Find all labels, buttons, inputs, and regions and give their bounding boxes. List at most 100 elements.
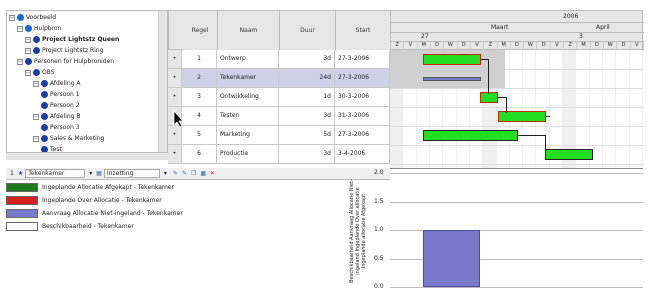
expand-toggle-icon[interactable]: − — [17, 25, 23, 32]
expand-toggle-icon[interactable]: − — [9, 14, 15, 21]
cell-regel[interactable]: 1 — [182, 50, 217, 69]
cell-regel[interactable]: 4 — [182, 107, 217, 126]
table-row[interactable]: • 1 Ontwerp 3d 27-3-2006 — [168, 50, 390, 69]
cell-naam[interactable]: Testen — [217, 107, 279, 126]
expand-toggle-icon[interactable]: − — [33, 80, 39, 87]
table-row[interactable]: •4Testen3d31-3-2006 — [168, 107, 390, 126]
gantt-row-line — [390, 88, 643, 89]
row-marker[interactable]: • — [168, 88, 182, 107]
gantt-task-bar[interactable] — [423, 130, 518, 141]
cell-regel[interactable]: 3 — [182, 88, 217, 107]
close-icon[interactable]: ✕ — [210, 170, 215, 177]
gantt-chart[interactable] — [390, 50, 643, 168]
resource-icon — [33, 69, 40, 76]
row-marker[interactable]: • — [168, 145, 182, 164]
task-grid[interactable]: • 1 Ontwerp 3d 27-3-2006 • 2 Tekenkamer 24d 27-3-… — [168, 50, 390, 168]
tree-item[interactable]: − OBS — [25, 68, 55, 77]
gantt-month-1: Maart — [491, 24, 509, 31]
column-header-duur[interactable]: Duur — [280, 11, 336, 51]
gantt-task-bar[interactable] — [480, 92, 498, 103]
tree-item[interactable]: − Voorbeeld — [9, 13, 56, 22]
expand-toggle-icon[interactable]: − — [33, 135, 39, 142]
tree-item[interactable]: − Sales & Marketing — [33, 134, 104, 143]
resource-tree[interactable]: − Voorbeeld − Hulpbron − Project Lightstz Que… — [6, 10, 168, 160]
cell-naam[interactable]: Ontwikkeling — [217, 88, 279, 107]
cell-start[interactable]: 27-3-2006 — [335, 126, 390, 145]
cell-start[interactable]: 31-3-2006 — [335, 107, 390, 126]
resource-icon — [41, 135, 48, 142]
cell-start[interactable]: 3-4-2006 — [335, 145, 390, 164]
edit-alt-icon[interactable]: ✎ — [182, 170, 187, 177]
dependency-line — [481, 59, 488, 60]
legend-swatch — [6, 209, 38, 218]
column-header-naam[interactable]: Naam — [218, 11, 280, 51]
cell-duur[interactable]: 3d — [279, 107, 335, 126]
legend-label: Ingeplande Over Allocatie - Tekenkamer — [42, 197, 162, 204]
expand-toggle-icon[interactable]: − — [25, 36, 31, 43]
resource-select[interactable]: Tekenkamer — [25, 169, 86, 178]
resource-icon — [41, 91, 48, 98]
grid-icon[interactable]: ▦ — [200, 170, 206, 177]
tree-item[interactable]: − Personen for Hulpbroniden — [17, 57, 114, 66]
cell-naam[interactable]: Tekenkamer — [217, 69, 279, 88]
row-marker[interactable]: • — [168, 69, 182, 88]
tree-item-label: Project Lightstz Ring — [42, 47, 104, 54]
table-row[interactable]: • 5 Marketing 5d 27-3-2006 — [168, 126, 390, 145]
copy-icon[interactable]: ❐ — [191, 170, 196, 177]
table-row[interactable]: • 3 Ontwikkeling 1d 30-3-2006 — [168, 88, 390, 107]
tree-item-label: Project Lightstz Queen — [42, 36, 120, 43]
cell-naam[interactable]: Marketing — [217, 126, 279, 145]
resource-icon — [41, 113, 48, 120]
tree-horizontal-scrollbar[interactable] — [6, 152, 168, 160]
row-number: 1 — [10, 170, 14, 177]
histogram-gridline — [390, 201, 643, 203]
cell-regel[interactable]: 6 — [182, 145, 217, 164]
gantt-week-2: 3 — [579, 33, 583, 40]
tree-item[interactable]: Persoon 3 — [41, 123, 80, 132]
cell-naam[interactable]: Productie — [217, 145, 279, 164]
tree-item[interactable]: − Hulpbron — [17, 24, 61, 33]
cell-start[interactable]: 30-3-2006 — [335, 88, 390, 107]
tree-item[interactable]: − Afdeling A — [33, 79, 80, 88]
view-select[interactable]: Inzetting — [103, 169, 160, 178]
expand-toggle-icon[interactable]: − — [33, 113, 39, 120]
column-header-start[interactable]: Start — [336, 11, 390, 51]
row-marker[interactable]: • — [168, 126, 182, 145]
tree-item[interactable]: − Afdeling B — [33, 112, 80, 121]
table-row[interactable]: • 6 Productie 3d 3-4-2006 — [168, 145, 390, 164]
legend-label: Aanvraag Allocatie Niet-ingeland - Teken… — [42, 210, 183, 217]
cell-start[interactable]: 27-3-2006 — [335, 50, 390, 69]
gantt-row-line — [390, 107, 643, 108]
dependency-line — [545, 135, 546, 151]
cell-duur[interactable]: 5d — [279, 126, 335, 145]
cell-regel[interactable]: 5 — [182, 126, 217, 145]
table-row[interactable]: • 2 Tekenkamer 24d 27-3-2006 — [168, 69, 390, 88]
cell-naam[interactable]: Ontwerp — [217, 50, 279, 69]
cell-duur[interactable]: 24d — [279, 69, 335, 88]
cell-duur[interactable]: 3d — [279, 50, 335, 69]
gantt-task-bar[interactable] — [423, 54, 481, 65]
tree-item[interactable]: − Project Lightstz Ring — [25, 46, 103, 55]
row-marker[interactable]: • — [168, 50, 182, 69]
cell-start[interactable]: 27-3-2006 — [335, 69, 390, 88]
tree-vertical-scrollbar[interactable] — [158, 11, 167, 159]
expand-toggle-icon[interactable]: − — [25, 47, 31, 54]
gantt-task-bar[interactable] — [545, 149, 593, 160]
histogram-gridline — [390, 287, 643, 288]
tree-item[interactable]: Persoon 1 — [41, 90, 80, 99]
resource-icon — [41, 80, 48, 87]
edit-icon[interactable]: ✎ — [173, 170, 178, 177]
gantt-task-bar[interactable] — [423, 76, 481, 81]
expand-toggle-icon[interactable]: − — [17, 58, 23, 65]
cell-duur[interactable]: 1d — [279, 88, 335, 107]
legend-swatch — [6, 222, 38, 231]
cell-duur[interactable]: 3d — [279, 145, 335, 164]
dropdown-arrow-icon[interactable]: ▾ — [164, 170, 167, 177]
gantt-week-1: 27 — [421, 33, 429, 40]
column-header-regel[interactable]: Regel — [183, 11, 218, 51]
tree-item[interactable]: − Project Lightstz Queen — [25, 35, 119, 44]
tree-item[interactable]: Persoon 2 — [41, 101, 80, 110]
dropdown-arrow-icon[interactable]: ▾ — [89, 170, 92, 177]
expand-toggle-icon[interactable]: − — [25, 69, 31, 76]
cell-regel[interactable]: 2 — [182, 69, 217, 88]
